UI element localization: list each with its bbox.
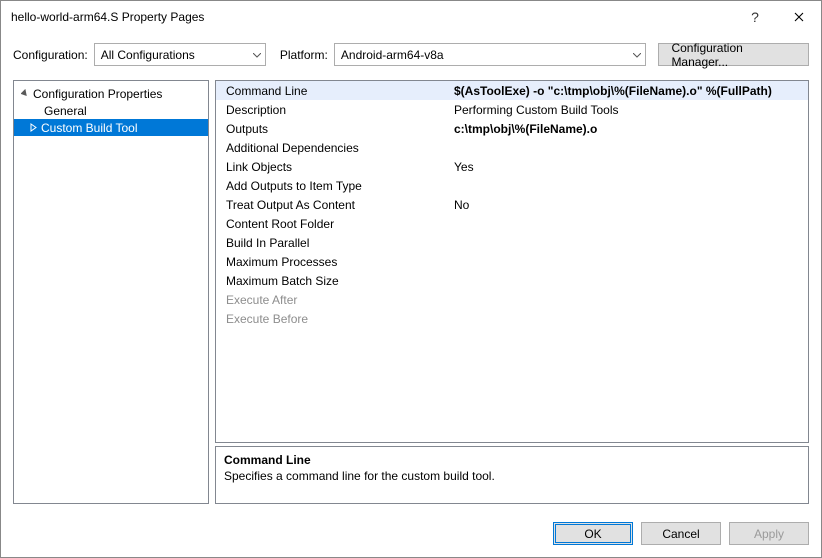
expander-closed-icon[interactable] — [28, 122, 39, 133]
tree-node-general[interactable]: General — [14, 102, 208, 119]
nav-tree[interactable]: Configuration Properties General Custom … — [13, 80, 209, 504]
property-grid[interactable]: Command Line$(AsToolExe) -o "c:\tmp\obj\… — [215, 80, 809, 443]
property-row[interactable]: Build In Parallel — [216, 233, 808, 252]
property-name: Treat Output As Content — [216, 198, 450, 212]
property-name: Execute Before — [216, 312, 450, 326]
property-name: Link Objects — [216, 160, 450, 174]
apply-button: Apply — [729, 522, 809, 545]
property-name: Add Outputs to Item Type — [216, 179, 450, 193]
configuration-value: All Configurations — [101, 48, 195, 62]
property-row[interactable]: Maximum Processes — [216, 252, 808, 271]
property-value[interactable]: Performing Custom Build Tools — [450, 103, 808, 117]
property-name: Additional Dependencies — [216, 141, 450, 155]
property-row[interactable]: Link ObjectsYes — [216, 157, 808, 176]
property-name: Maximum Batch Size — [216, 274, 450, 288]
property-row[interactable]: Content Root Folder — [216, 214, 808, 233]
close-icon[interactable] — [777, 2, 821, 32]
property-name: Build In Parallel — [216, 236, 450, 250]
platform-value: Android-arm64-v8a — [341, 48, 444, 62]
property-row[interactable]: Command Line$(AsToolExe) -o "c:\tmp\obj\… — [216, 81, 808, 100]
property-name: Execute After — [216, 293, 450, 307]
property-value[interactable]: $(AsToolExe) -o "c:\tmp\obj\%(FileName).… — [450, 84, 808, 98]
property-row[interactable]: DescriptionPerforming Custom Build Tools — [216, 100, 808, 119]
property-name: Content Root Folder — [216, 217, 450, 231]
configuration-label: Configuration: — [13, 48, 88, 62]
description-body: Specifies a command line for the custom … — [224, 469, 800, 483]
description-title: Command Line — [224, 453, 800, 467]
property-row[interactable]: Additional Dependencies — [216, 138, 808, 157]
platform-label: Platform: — [280, 48, 328, 62]
property-row[interactable]: Outputsc:\tmp\obj\%(FileName).o — [216, 119, 808, 138]
help-icon[interactable]: ? — [733, 2, 777, 32]
property-name: Outputs — [216, 122, 450, 136]
config-toolbar: Configuration: All Configurations Platfo… — [1, 33, 821, 80]
footer: OK Cancel Apply — [1, 512, 821, 557]
property-row[interactable]: Execute After — [216, 290, 808, 309]
configuration-combo[interactable]: All Configurations — [94, 43, 266, 66]
property-value[interactable]: No — [450, 198, 808, 212]
right-column: Command Line$(AsToolExe) -o "c:\tmp\obj\… — [215, 80, 809, 504]
property-row[interactable]: Execute Before — [216, 309, 808, 328]
platform-combo[interactable]: Android-arm64-v8a — [334, 43, 647, 66]
property-value[interactable]: c:\tmp\obj\%(FileName).o — [450, 122, 808, 136]
content-area: Configuration Properties General Custom … — [1, 80, 821, 512]
titlebar: hello-world-arm64.S Property Pages ? — [1, 1, 821, 33]
chevron-down-icon — [253, 48, 261, 62]
cancel-button[interactable]: Cancel — [641, 522, 721, 545]
description-panel: Command Line Specifies a command line fo… — [215, 446, 809, 504]
expander-open-icon[interactable] — [20, 88, 31, 99]
configuration-manager-button[interactable]: Configuration Manager... — [658, 43, 809, 66]
chevron-down-icon — [633, 48, 641, 62]
property-row[interactable]: Maximum Batch Size — [216, 271, 808, 290]
property-pages-dialog: hello-world-arm64.S Property Pages ? Con… — [0, 0, 822, 558]
window-title: hello-world-arm64.S Property Pages — [11, 10, 733, 24]
property-name: Command Line — [216, 84, 450, 98]
property-name: Maximum Processes — [216, 255, 450, 269]
ok-button[interactable]: OK — [553, 522, 633, 545]
property-row[interactable]: Treat Output As ContentNo — [216, 195, 808, 214]
tree-node-config-properties[interactable]: Configuration Properties — [14, 85, 208, 102]
tree-node-custom-build-tool[interactable]: Custom Build Tool — [14, 119, 208, 136]
property-row[interactable]: Add Outputs to Item Type — [216, 176, 808, 195]
property-name: Description — [216, 103, 450, 117]
property-value[interactable]: Yes — [450, 160, 808, 174]
